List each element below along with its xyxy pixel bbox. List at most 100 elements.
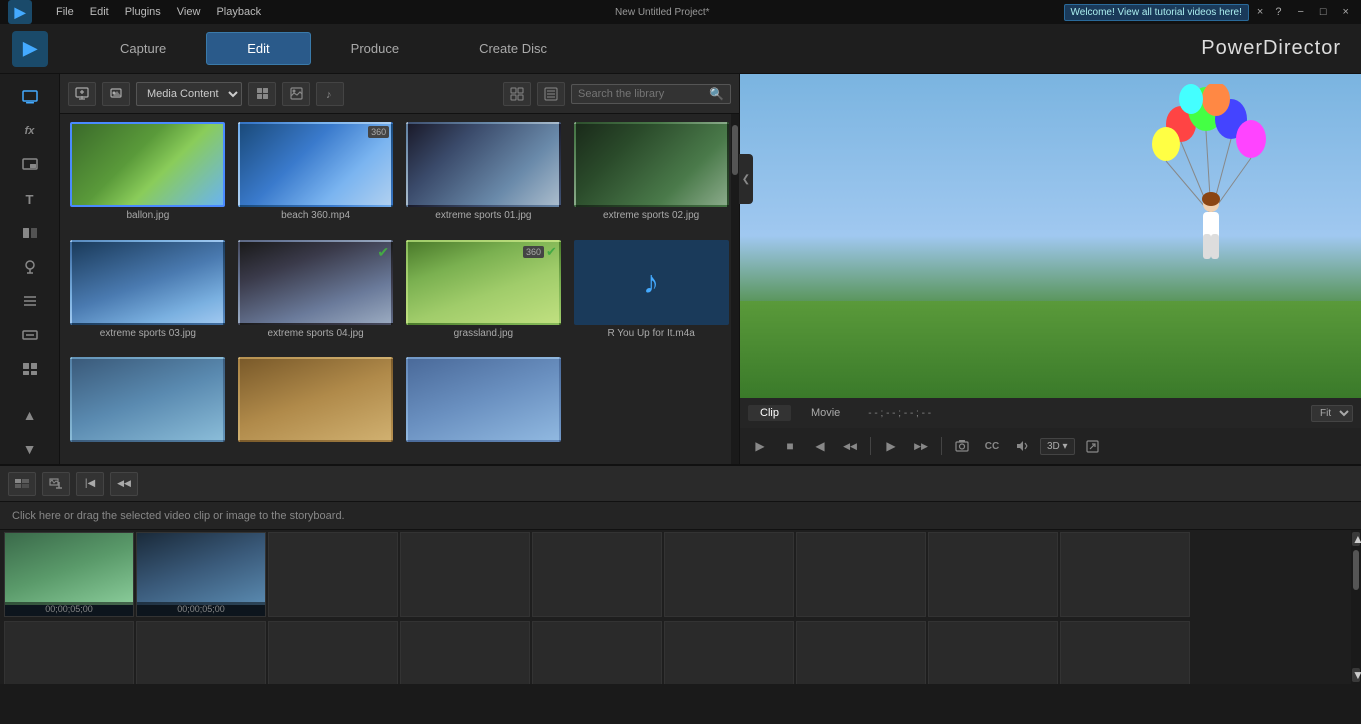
sort-btn[interactable]: [537, 82, 565, 106]
media-thumb-row3c[interactable]: [406, 357, 561, 442]
storyboard-view-btn[interactable]: [8, 472, 36, 496]
media-thumb-grassland[interactable]: 360 ✔: [406, 240, 561, 325]
slow-play-btn[interactable]: ◀◀: [838, 434, 862, 458]
chapter-btn[interactable]: [12, 286, 48, 316]
titlebar-min-btn[interactable]: −: [1293, 6, 1307, 18]
media-item-beach360[interactable]: 360 beach 360.mp4: [236, 122, 396, 232]
media-thumb-extreme04[interactable]: ✔: [238, 240, 393, 325]
media-item-row3a[interactable]: [68, 357, 228, 456]
storyboard-scroll-down[interactable]: ▼: [1352, 668, 1360, 682]
popout-btn[interactable]: [1081, 434, 1105, 458]
titlebar-max-btn[interactable]: □: [1316, 6, 1331, 18]
play-btn[interactable]: ▶: [748, 434, 772, 458]
storyboard-scroll-up[interactable]: ▲: [1352, 532, 1360, 546]
preview-fit-select[interactable]: Fit: [1311, 405, 1353, 422]
story-cell-6[interactable]: [664, 532, 794, 617]
story-cell-4[interactable]: [400, 532, 530, 617]
panel-collapse-btn[interactable]: ❮: [739, 154, 753, 204]
tab-produce[interactable]: Produce: [311, 33, 439, 64]
titlebar-close-btn[interactable]: ×: [1339, 6, 1353, 18]
subtitle-btn[interactable]: [12, 320, 48, 350]
preview-movie-tab[interactable]: Movie: [799, 405, 852, 421]
view-audio-btn[interactable]: ♪: [316, 82, 344, 106]
storyboard-scrollbar-thumb[interactable]: [1353, 550, 1359, 590]
story-cell-r2-8[interactable]: [928, 621, 1058, 684]
tab-edit[interactable]: Edit: [206, 32, 310, 65]
smartslide-btn[interactable]: [12, 354, 48, 384]
story-cell-8[interactable]: [928, 532, 1058, 617]
story-cell-5[interactable]: [532, 532, 662, 617]
menu-view[interactable]: View: [177, 6, 201, 18]
media-scrollbar[interactable]: [731, 114, 739, 464]
snapshot-btn[interactable]: [950, 434, 974, 458]
next-frame-btn[interactable]: ▶: [879, 434, 903, 458]
media-item-extreme02[interactable]: extreme sports 02.jpg: [571, 122, 731, 232]
download-btn[interactable]: [102, 82, 130, 106]
tab-create-disc[interactable]: Create Disc: [439, 33, 587, 64]
media-thumb-row3b[interactable]: [238, 357, 393, 442]
media-type-select[interactable]: Media Content: [136, 82, 242, 106]
menu-file[interactable]: File: [56, 6, 74, 18]
media-item-extreme03[interactable]: extreme sports 03.jpg: [68, 240, 228, 350]
search-input[interactable]: [578, 88, 705, 100]
welcome-banner[interactable]: Welcome! View all tutorial videos here!: [1064, 4, 1249, 21]
media-item-row3b[interactable]: [236, 357, 396, 456]
story-cell-r2-7[interactable]: [796, 621, 926, 684]
collapse-up-btn[interactable]: ▲: [12, 400, 48, 430]
menu-playback[interactable]: Playback: [216, 6, 261, 18]
story-cell-2[interactable]: 00;00;05;00: [136, 532, 266, 617]
media-item-balloon[interactable]: ballon.jpg: [68, 122, 228, 232]
import-media-btn[interactable]: [68, 82, 96, 106]
grid-size-btn[interactable]: [503, 82, 531, 106]
tab-capture[interactable]: Capture: [80, 33, 206, 64]
nav-prev-btn[interactable]: ◀◀: [110, 472, 138, 496]
story-cell-r2-1[interactable]: [4, 621, 134, 684]
media-thumb-extreme01[interactable]: [406, 122, 561, 207]
media-thumb-balloon[interactable]: [70, 122, 225, 207]
story-cell-3[interactable]: [268, 532, 398, 617]
titlebar-help-btn[interactable]: ?: [1271, 6, 1285, 18]
effects-btn[interactable]: fx: [12, 116, 48, 146]
preview-clip-tab[interactable]: Clip: [748, 405, 791, 421]
menu-edit[interactable]: Edit: [90, 6, 109, 18]
add-audio-btn[interactable]: [42, 472, 70, 496]
story-cell-r2-9[interactable]: [1060, 621, 1190, 684]
story-cell-r2-4[interactable]: [400, 621, 530, 684]
storyboard-scrollbar[interactable]: ▲ ▼: [1351, 530, 1361, 684]
subtitle-btn[interactable]: CC: [980, 434, 1004, 458]
media-item-ryouup[interactable]: ♪ R You Up for It.m4a: [571, 240, 731, 350]
story-cell-r2-3[interactable]: [268, 621, 398, 684]
media-thumb-row3a[interactable]: [70, 357, 225, 442]
story-cell-1[interactable]: 00;00;05;00: [4, 532, 134, 617]
media-item-row3c[interactable]: [404, 357, 564, 456]
media-item-grassland[interactable]: 360 ✔ grassland.jpg: [404, 240, 564, 350]
menu-plugins[interactable]: Plugins: [125, 6, 161, 18]
fast-play-btn[interactable]: ▶▶: [909, 434, 933, 458]
story-cell-7[interactable]: [796, 532, 926, 617]
media-thumb-extreme03[interactable]: [70, 240, 225, 325]
prev-frame-btn[interactable]: ◀: [808, 434, 832, 458]
transitions-btn[interactable]: [12, 218, 48, 248]
view-photo-btn[interactable]: [282, 82, 310, 106]
search-box[interactable]: 🔍: [571, 84, 731, 104]
media-scrollbar-thumb[interactable]: [732, 125, 738, 175]
media-thumb-extreme02[interactable]: [574, 122, 729, 207]
titles-btn[interactable]: T: [12, 184, 48, 214]
view-grid-btn[interactable]: [248, 82, 276, 106]
media-thumb-beach360[interactable]: 360: [238, 122, 393, 207]
story-cell-r2-5[interactable]: [532, 621, 662, 684]
titlebar-close-banner[interactable]: ×: [1257, 6, 1263, 18]
media-item-extreme01[interactable]: extreme sports 01.jpg: [404, 122, 564, 232]
collapse-down-btn[interactable]: ▼: [12, 434, 48, 464]
nav-start-btn[interactable]: |◀: [76, 472, 104, 496]
stop-btn[interactable]: ■: [778, 434, 802, 458]
story-cell-r2-6[interactable]: [664, 621, 794, 684]
media-item-extreme04[interactable]: ✔ extreme sports 04.jpg: [236, 240, 396, 350]
media-room-btn[interactable]: [12, 82, 48, 112]
pip-btn[interactable]: [12, 150, 48, 180]
media-thumb-ryouup[interactable]: ♪: [574, 240, 729, 325]
volume-btn[interactable]: [1010, 434, 1034, 458]
audio-btn[interactable]: [12, 252, 48, 282]
story-cell-r2-2[interactable]: [136, 621, 266, 684]
story-cell-9[interactable]: [1060, 532, 1190, 617]
